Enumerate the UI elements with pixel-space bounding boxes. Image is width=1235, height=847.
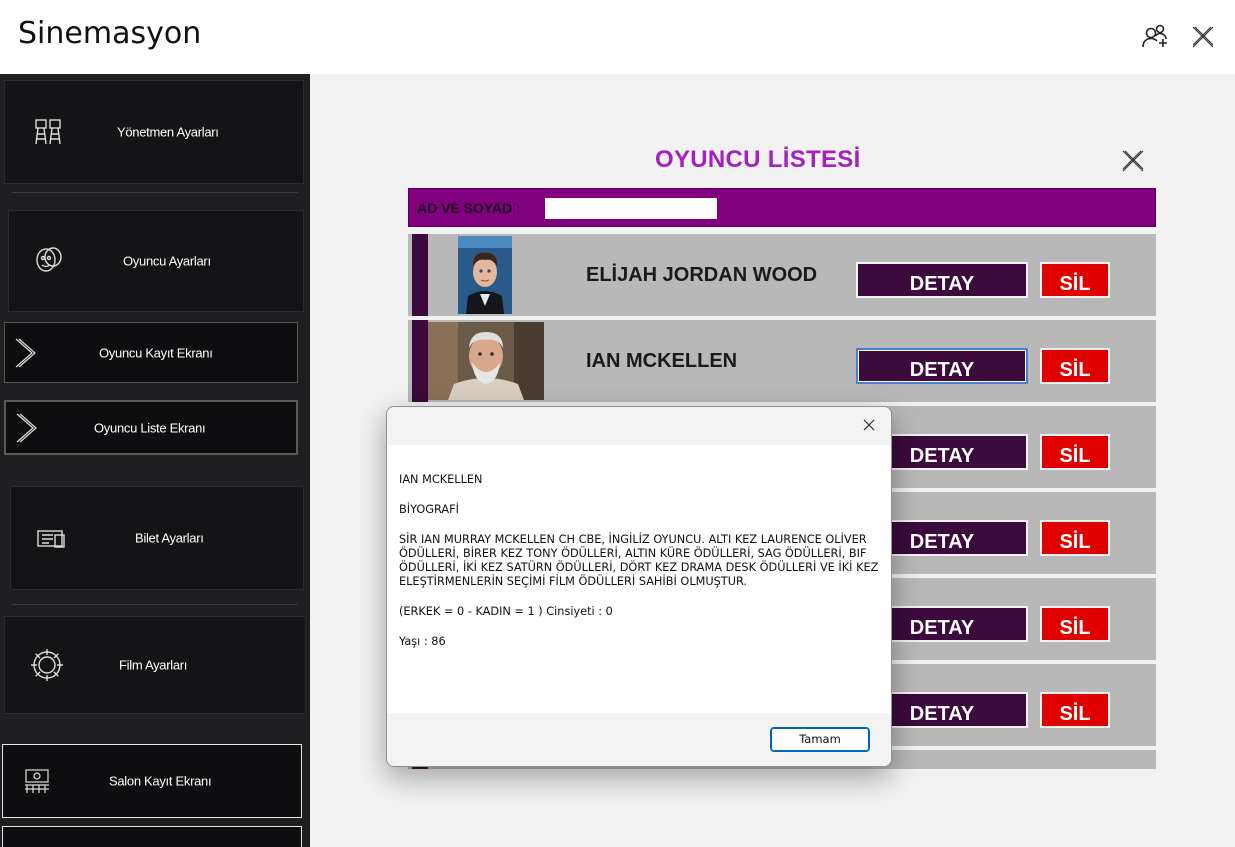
search-label: AD VE SOYAD : bbox=[417, 200, 521, 216]
gender-text: (ERKEK = 0 - KADIN = 1 ) Cinsiyeti : 0 bbox=[399, 605, 613, 618]
sidebar-item-label: Oyuncu Ayarları bbox=[123, 253, 211, 269]
list-item: IAN MCKELLEN DETAY SİL bbox=[408, 320, 1156, 402]
age-text: Yaşı : 86 bbox=[399, 635, 446, 648]
sidebar: Yönetmen Ayarları Oyuncu Ayarları Oyuncu… bbox=[0, 74, 310, 847]
delete-button[interactable]: SİL bbox=[1040, 262, 1110, 298]
sidebar-item-label: Oyuncu Kayıt Ekranı bbox=[99, 345, 213, 360]
row-accent bbox=[412, 320, 428, 402]
row-accent bbox=[412, 234, 428, 316]
close-icon[interactable] bbox=[1120, 148, 1146, 174]
delete-button[interactable]: SİL bbox=[1040, 434, 1110, 470]
search-bar: AD VE SOYAD : bbox=[408, 188, 1156, 227]
add-user-icon[interactable] bbox=[1140, 22, 1170, 52]
sidebar-item-ticket-settings[interactable]: Bilet Ayarları bbox=[10, 486, 304, 590]
divider bbox=[12, 192, 298, 193]
dialog-title-bar bbox=[387, 407, 891, 445]
cinema-hall-icon bbox=[21, 765, 53, 797]
dialog-message: IAN MCKELLEN BİYOGRAFİ SİR IAN MURRAY MC… bbox=[387, 445, 891, 713]
sidebar-item-label: Oyuncu Liste Ekranı bbox=[94, 420, 206, 435]
ticket-icon bbox=[33, 520, 69, 556]
delete-button[interactable]: SİL bbox=[1040, 520, 1110, 556]
actor-name-text: IAN MCKELLEN bbox=[399, 473, 483, 486]
actor-mask-icon bbox=[31, 243, 67, 279]
actor-name: IAN MCKELLEN bbox=[586, 350, 738, 372]
ok-button[interactable]: Tamam bbox=[770, 727, 870, 752]
sidebar-item-label: Salon Kayıt Ekranı bbox=[109, 773, 212, 789]
sidebar-item-actor-list-screen[interactable]: Oyuncu Liste Ekranı bbox=[4, 400, 298, 455]
delete-button[interactable]: SİL bbox=[1040, 692, 1110, 728]
gear-icon bbox=[27, 645, 67, 685]
chevron-right-icon bbox=[14, 411, 40, 445]
detail-button[interactable]: DETAY bbox=[856, 348, 1028, 384]
biography-text: SİR IAN MURRAY MCKELLEN CH CBE, İNGİLİZ … bbox=[399, 533, 879, 588]
sidebar-item-label: Bilet Ayarları bbox=[135, 530, 204, 546]
dialog-footer: Tamam bbox=[387, 713, 891, 766]
sidebar-item-director-settings[interactable]: Yönetmen Ayarları bbox=[4, 80, 304, 184]
biography-heading: BİYOGRAFİ bbox=[399, 503, 459, 516]
actor-name: ELİJAH JORDAN WOOD bbox=[586, 264, 818, 286]
app-title: Sinemasyon bbox=[18, 16, 202, 51]
app-window: Sinemasyon Yönetmen Ayarları Oyuncu Ayar… bbox=[0, 0, 1235, 847]
title-bar: Sinemasyon bbox=[0, 0, 1235, 74]
sidebar-item-actor-settings[interactable]: Oyuncu Ayarları bbox=[8, 210, 304, 312]
list-item: ELİJAH JORDAN WOOD DETAY SİL bbox=[408, 234, 1156, 316]
actor-detail-dialog: IAN MCKELLEN BİYOGRAFİ SİR IAN MURRAY MC… bbox=[386, 406, 892, 767]
close-icon[interactable] bbox=[861, 417, 877, 433]
page-title: OYUNCU LİSTESİ bbox=[655, 146, 861, 173]
actor-photo bbox=[428, 322, 544, 400]
delete-button[interactable]: SİL bbox=[1040, 606, 1110, 642]
close-icon[interactable] bbox=[1190, 24, 1216, 50]
divider bbox=[12, 604, 298, 605]
sidebar-item-partial[interactable] bbox=[2, 826, 302, 847]
detail-button[interactable]: DETAY bbox=[856, 262, 1028, 298]
director-icon bbox=[31, 114, 67, 150]
sidebar-item-label: Yönetmen Ayarları bbox=[117, 124, 219, 140]
name-search-input[interactable] bbox=[545, 198, 717, 219]
chevron-right-icon bbox=[13, 336, 39, 370]
sidebar-item-actor-register-screen[interactable]: Oyuncu Kayıt Ekranı bbox=[4, 322, 298, 383]
actor-photo bbox=[458, 236, 512, 314]
sidebar-item-label: Film Ayarları bbox=[119, 657, 188, 673]
delete-button[interactable]: SİL bbox=[1040, 348, 1110, 384]
sidebar-item-hall-register-screen[interactable]: Salon Kayıt Ekranı bbox=[2, 744, 302, 818]
sidebar-item-film-settings[interactable]: Film Ayarları bbox=[4, 616, 306, 714]
